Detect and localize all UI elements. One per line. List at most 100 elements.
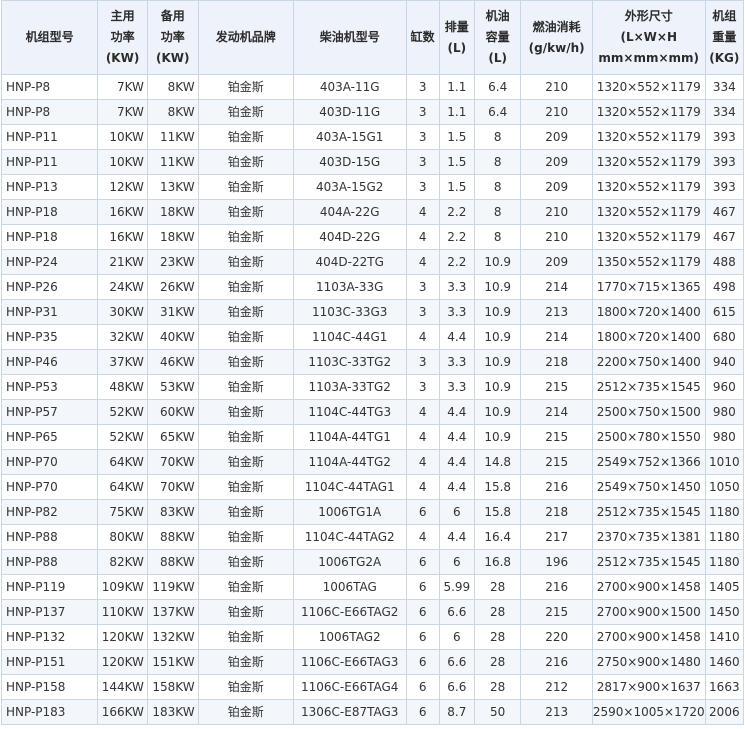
cell-cylinders: 6 (405, 499, 440, 525)
header-line: 功率 (110, 30, 135, 44)
table-row: HNP-P13 12KW 13KW 铂金斯 403A-15G2 3 1.5 8 209 1320×… (0, 174, 745, 200)
cell-model: HNP-P158 (0, 674, 99, 700)
cell-oil-capacity: 16.8 (473, 549, 522, 575)
cell-dimensions: 1320×552×1179 (591, 224, 706, 250)
cell-engine-brand: 铂金斯 (197, 499, 294, 525)
cell-weight: 1180 (704, 524, 745, 550)
cell-prime-power: 16KW (97, 199, 148, 225)
cell-engine-brand: 铂金斯 (197, 449, 294, 475)
cell-dimensions: 1320×552×1179 (591, 124, 706, 150)
cell-dimensions: 2512×735×1545 (591, 374, 706, 400)
cell-engine-brand: 铂金斯 (197, 699, 294, 725)
header-line: 功率 (160, 30, 185, 44)
cell-dimensions: 2750×900×1480 (591, 649, 706, 675)
cell-dimensions: 2512×735×1545 (591, 499, 706, 525)
cell-displacement: 6.6 (438, 599, 475, 625)
cell-prime-power: 80KW (97, 524, 148, 550)
table-row: HNP-P18 16KW 18KW 铂金斯 404D-22G 4 2.2 8 210 1320×5… (0, 224, 745, 250)
cell-weight: 1460 (704, 649, 745, 675)
cell-oil-capacity: 8 (473, 124, 522, 150)
cell-oil-capacity: 28 (473, 624, 522, 650)
cell-fuel-consumption: 218 (520, 349, 593, 375)
cell-weight: 334 (704, 74, 745, 100)
cell-engine-brand: 铂金斯 (197, 424, 294, 450)
cell-prime-power: 52KW (97, 424, 148, 450)
cell-displacement: 3.3 (438, 274, 475, 300)
cell-model: HNP-P119 (0, 574, 99, 600)
cell-diesel-model: 1103C-33TG2 (292, 349, 407, 375)
cell-weight: 980 (704, 399, 745, 425)
header-line: mm×mm×mm) (598, 51, 700, 65)
cell-oil-capacity: 10.9 (473, 374, 522, 400)
cell-displacement: 2.2 (438, 199, 475, 225)
cell-engine-brand: 铂金斯 (197, 549, 294, 575)
cell-standby-power: 18KW (146, 224, 199, 250)
header-line: 重量 (712, 30, 737, 44)
cell-dimensions: 1800×720×1400 (591, 299, 706, 325)
cell-weight: 1050 (704, 474, 745, 500)
cell-standby-power: 31KW (146, 299, 199, 325)
cell-cylinders: 4 (405, 324, 440, 350)
cell-engine-brand: 铂金斯 (197, 524, 294, 550)
header-line: 发动机品牌 (215, 30, 276, 44)
cell-oil-capacity: 28 (473, 674, 522, 700)
cell-cylinders: 6 (405, 574, 440, 600)
cell-prime-power: 110KW (97, 599, 148, 625)
cell-model: HNP-P24 (0, 249, 99, 275)
table-row: HNP-P11 10KW 11KW 铂金斯 403A-15G1 3 1.5 8 209 1320×… (0, 124, 745, 150)
cell-fuel-consumption: 210 (520, 74, 593, 100)
header-line: 容量 (485, 30, 510, 44)
cell-weight: 467 (704, 199, 745, 225)
cell-diesel-model: 1306C-E87TAG3 (292, 699, 407, 725)
cell-cylinders: 6 (405, 599, 440, 625)
cell-displacement: 3.3 (438, 374, 475, 400)
cell-diesel-model: 1104C-44TG3 (292, 399, 407, 425)
cell-cylinders: 3 (405, 274, 440, 300)
cell-model: HNP-P8 (0, 99, 99, 125)
cell-engine-brand: 铂金斯 (197, 374, 294, 400)
cell-standby-power: 83KW (146, 499, 199, 525)
cell-displacement: 4.4 (438, 449, 475, 475)
table-row: HNP-P18 16KW 18KW 铂金斯 404A-22G 4 2.2 8 210 1320×5… (0, 199, 745, 225)
cell-standby-power: 119KW (146, 574, 199, 600)
header-line: 备用 (160, 9, 185, 23)
cell-weight: 1405 (704, 574, 745, 600)
cell-oil-capacity: 28 (473, 574, 522, 600)
table-row: HNP-P132 120KW 132KW 铂金斯 1006TAG2 6 6 28 220 2700… (0, 624, 745, 650)
cell-cylinders: 4 (405, 224, 440, 250)
header-line: 缸数 (410, 30, 435, 44)
cell-diesel-model: 1104A-44TG1 (292, 424, 407, 450)
table-row: HNP-P119 109KW 119KW 铂金斯 1006TAG 6 5.99 28 216 27… (0, 574, 745, 600)
cell-standby-power: 18KW (146, 199, 199, 225)
cell-fuel-consumption: 214 (520, 274, 593, 300)
cell-standby-power: 23KW (146, 249, 199, 275)
header-fuel-consumption: 燃油消耗 (g/kw/h) (520, 0, 593, 75)
cell-displacement: 6 (438, 499, 475, 525)
cell-weight: 940 (704, 349, 745, 375)
cell-prime-power: 12KW (97, 174, 148, 200)
cell-model: HNP-P183 (0, 699, 99, 725)
cell-weight: 2006 (704, 699, 745, 725)
cell-model: HNP-P53 (0, 374, 99, 400)
cell-standby-power: 158KW (146, 674, 199, 700)
cell-oil-capacity: 8 (473, 199, 522, 225)
cell-prime-power: 37KW (97, 349, 148, 375)
cell-cylinders: 4 (405, 474, 440, 500)
cell-prime-power: 64KW (97, 474, 148, 500)
header-line: (KG) (709, 51, 740, 65)
cell-prime-power: 52KW (97, 399, 148, 425)
cell-cylinders: 6 (405, 674, 440, 700)
cell-diesel-model: 1104A-44TG2 (292, 449, 407, 475)
cell-oil-capacity: 10.9 (473, 399, 522, 425)
table-row: HNP-P24 21KW 23KW 铂金斯 404D-22TG 4 2.2 10.9 209 13… (0, 249, 745, 275)
cell-engine-brand: 铂金斯 (197, 624, 294, 650)
table-row: HNP-P65 52KW 65KW 铂金斯 1104A-44TG1 4 4.4 10.9 215… (0, 424, 745, 450)
cell-dimensions: 1800×720×1400 (591, 324, 706, 350)
cell-dimensions: 2370×735×1381 (591, 524, 706, 550)
cell-dimensions: 2549×750×1450 (591, 474, 706, 500)
cell-diesel-model: 1103C-33G3 (292, 299, 407, 325)
cell-standby-power: 13KW (146, 174, 199, 200)
header-prime-power: 主用 功率 (KW) (97, 0, 148, 75)
table-body: HNP-P8 7KW 8KW 铂金斯 403A-11G 3 1.1 6.4 210 1320×55… (0, 74, 745, 725)
cell-displacement: 6 (438, 549, 475, 575)
